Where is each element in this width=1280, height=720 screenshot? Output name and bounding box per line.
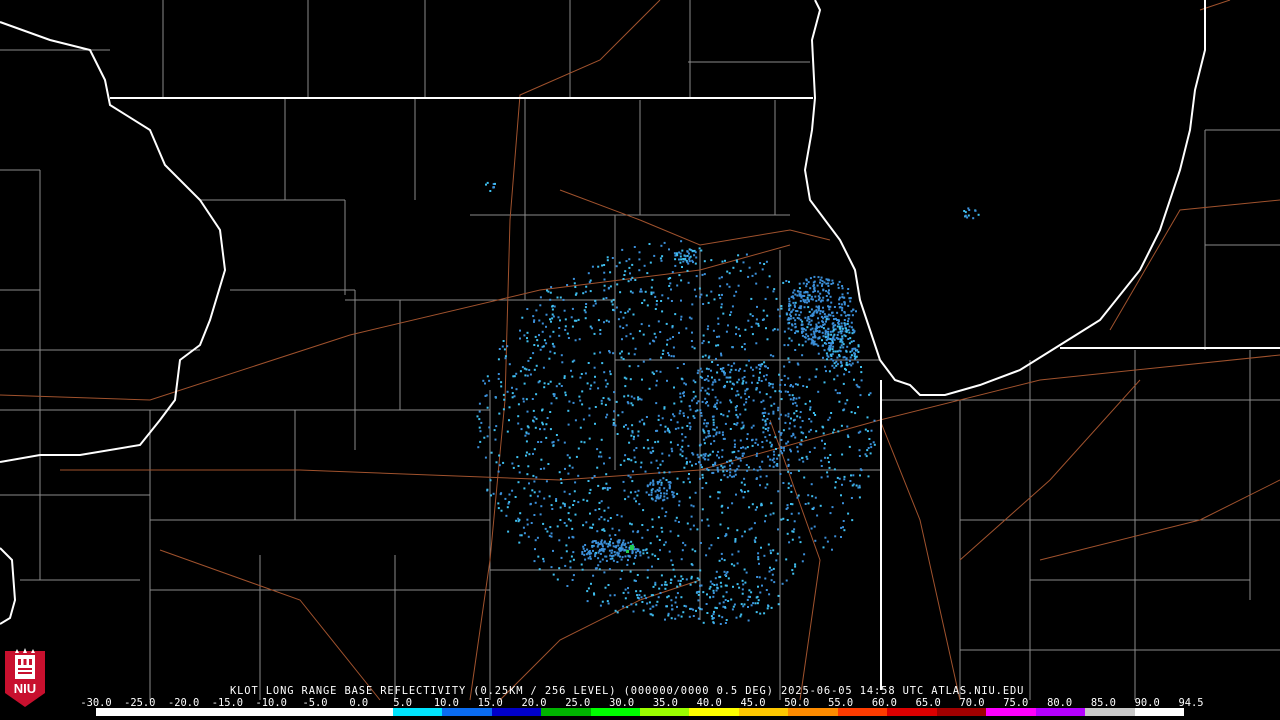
scale-swatch — [541, 708, 591, 716]
scale-swatch — [392, 708, 443, 716]
scale-swatch — [96, 708, 146, 716]
scale-swatch — [145, 708, 195, 716]
scale-swatch — [788, 708, 838, 716]
scale-swatch — [1035, 708, 1086, 716]
scale-swatch — [639, 708, 690, 716]
scale-swatch — [1085, 708, 1135, 716]
scale-swatch — [1134, 708, 1184, 716]
scale-swatch — [887, 708, 937, 716]
scale-swatch — [244, 708, 294, 716]
scale-swatch — [936, 708, 987, 716]
scale-swatch — [293, 708, 344, 716]
scale-swatch — [738, 708, 789, 716]
scale-swatch — [442, 708, 492, 716]
logo-text: NIU — [14, 681, 36, 696]
scale-swatch — [491, 708, 542, 716]
scale-swatch — [837, 708, 888, 716]
reflectivity-color-scale — [96, 708, 1184, 716]
product-caption: KLOT LONG RANGE BASE REFLECTIVITY (0.25K… — [230, 685, 1025, 697]
niu-logo: NIU — [5, 648, 45, 707]
radar-map — [0, 0, 1280, 720]
scale-swatch — [986, 708, 1036, 716]
scale-swatch — [689, 708, 739, 716]
scale-swatch — [194, 708, 245, 716]
scale-swatch — [590, 708, 640, 716]
scale-swatch — [343, 708, 393, 716]
